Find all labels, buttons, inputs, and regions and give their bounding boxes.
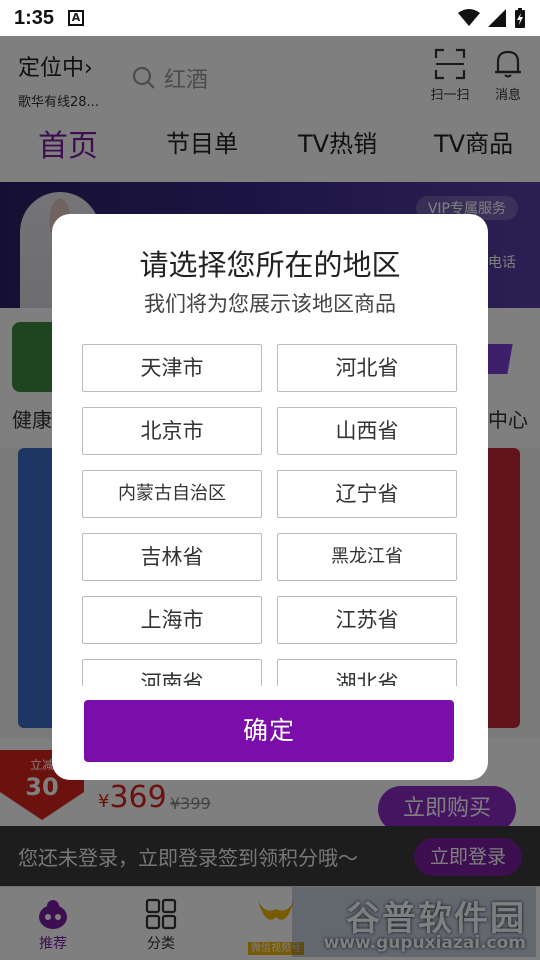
region-option[interactable]: 山西省 [277,407,457,455]
battery-icon [515,8,525,28]
region-option[interactable]: 湖北省 [277,659,457,686]
notification-icon: A [68,10,85,26]
wifi-icon [458,9,480,26]
region-select-dialog: 请选择您所在的地区 我们将为您展示该地区商品 天津市 河北省 北京市 山西省 内… [52,214,488,780]
region-option[interactable]: 吉林省 [82,533,262,581]
status-time: 1:35 [14,6,55,29]
region-option[interactable]: 河北省 [277,344,457,392]
region-option[interactable]: 辽宁省 [277,470,457,518]
confirm-button[interactable]: 确定 [84,700,454,762]
dialog-subtitle: 我们将为您展示该地区商品 [144,292,396,316]
region-list[interactable]: 天津市 河北省 北京市 山西省 内蒙古自治区 辽宁省 吉林省 黑龙江省 上海市 … [82,344,458,686]
region-option[interactable]: 内蒙古自治区 [82,470,262,518]
signal-icon [488,9,506,27]
region-option[interactable]: 江苏省 [277,596,457,644]
region-option[interactable]: 天津市 [82,344,262,392]
region-option[interactable]: 黑龙江省 [277,533,457,581]
region-option[interactable]: 河南省 [82,659,262,686]
region-option[interactable]: 上海市 [82,596,262,644]
status-bar: 1:35 A [0,0,540,36]
region-option[interactable]: 北京市 [82,407,262,455]
dialog-title: 请选择您所在的地区 [139,248,401,282]
